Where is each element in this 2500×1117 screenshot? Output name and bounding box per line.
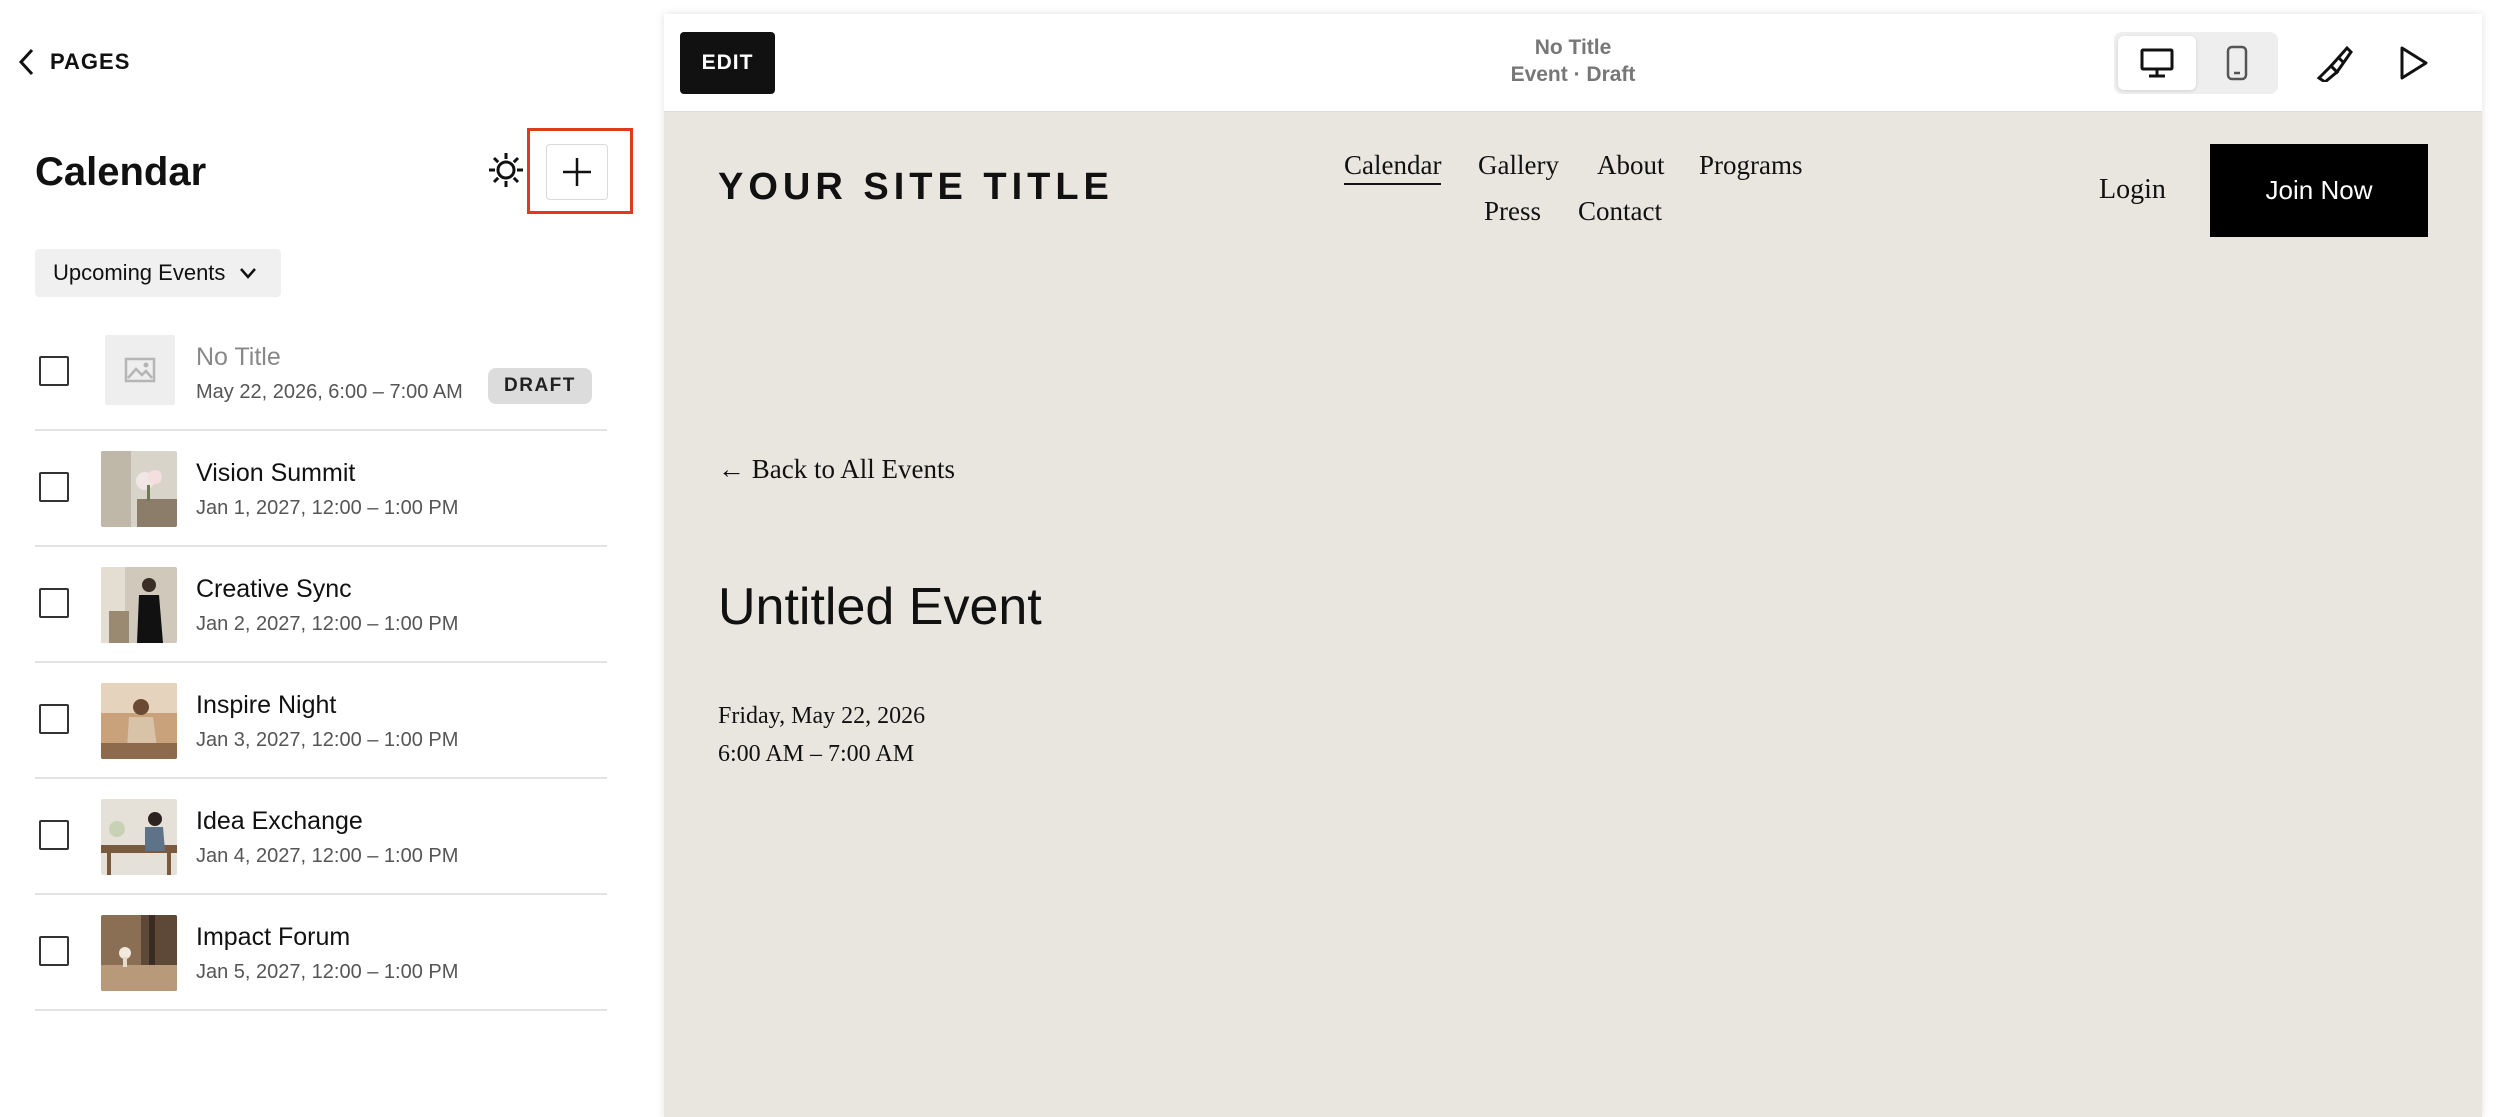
event-row[interactable]: Creative Sync Jan 2, 2027, 12:00 – 1:00 … <box>35 547 607 663</box>
gear-icon[interactable] <box>486 150 526 190</box>
event-date: Jan 2, 2027, 12:00 – 1:00 PM <box>196 613 459 635</box>
join-now-button[interactable]: Join Now <box>2210 144 2428 237</box>
event-row[interactable]: Vision Summit Jan 1, 2027, 12:00 – 1:00 … <box>35 431 607 547</box>
nav-link-gallery[interactable]: Gallery <box>1478 150 1559 181</box>
event-date: Jan 1, 2027, 12:00 – 1:00 PM <box>196 497 459 519</box>
nav-link-contact[interactable]: Contact <box>1578 196 1662 227</box>
event-date: Jan 5, 2027, 12:00 – 1:00 PM <box>196 961 459 983</box>
event-row[interactable]: Idea Exchange Jan 4, 2027, 12:00 – 1:00 … <box>35 779 607 895</box>
event-checkbox[interactable] <box>39 472 69 502</box>
event-date: May 22, 2026, 6:00 – 7:00 AM <box>196 381 463 403</box>
add-event-highlight <box>527 128 633 214</box>
device-toggle <box>2114 32 2278 94</box>
preview-play-button[interactable] <box>2388 38 2438 88</box>
design-button[interactable] <box>2309 38 2359 88</box>
plus-icon <box>563 158 591 186</box>
back-to-pages-button[interactable]: PAGES <box>16 46 130 78</box>
play-icon <box>2400 46 2428 80</box>
site-preview: EDIT No Title Event · Draft YOUR SITE TI… <box>664 14 2482 1117</box>
event-title: Untitled Event <box>718 578 1042 636</box>
event-name: Impact Forum <box>196 923 351 951</box>
event-checkbox[interactable] <box>39 704 69 734</box>
event-row[interactable]: Impact Forum Jan 5, 2027, 12:00 – 1:00 P… <box>35 895 607 1011</box>
panel-title: Calendar <box>35 150 207 194</box>
event-thumbnail <box>101 567 177 643</box>
nav-link-calendar[interactable]: Calendar <box>1344 150 1442 185</box>
add-event-button[interactable] <box>546 144 608 200</box>
filter-label: Upcoming Events <box>53 260 226 285</box>
event-date: Jan 3, 2027, 12:00 – 1:00 PM <box>196 729 459 751</box>
event-checkbox[interactable] <box>39 588 69 618</box>
event-name: No Title <box>196 343 281 371</box>
event-name: Vision Summit <box>196 459 356 487</box>
draft-badge: DRAFT <box>488 368 592 404</box>
image-placeholder-icon <box>105 335 175 405</box>
mobile-view-button[interactable] <box>2198 36 2276 90</box>
event-thumbnail <box>101 451 177 527</box>
event-name: Inspire Night <box>196 691 337 719</box>
event-row[interactable]: No Title May 22, 2026, 6:00 – 7:00 AM DR… <box>35 315 607 431</box>
desktop-view-button[interactable] <box>2118 36 2196 90</box>
nav-link-press[interactable]: Press <box>1484 196 1541 227</box>
event-checkbox[interactable] <box>39 936 69 966</box>
event-datetime: Friday, May 22, 2026 6:00 AM – 7:00 AM <box>718 697 925 773</box>
nav-link-programs[interactable]: Programs <box>1699 150 1803 181</box>
event-thumbnail <box>101 799 177 875</box>
event-thumbnail <box>101 683 177 759</box>
event-filter-dropdown[interactable]: Upcoming Events <box>35 249 281 297</box>
mobile-icon <box>2226 45 2248 81</box>
chevron-down-icon <box>240 268 257 279</box>
back-to-events-link[interactable]: ← Back to All Events <box>718 454 955 485</box>
preview-toolbar: EDIT No Title Event · Draft <box>664 14 2482 112</box>
site-title[interactable]: YOUR SITE TITLE <box>718 166 1114 209</box>
nav-link-about[interactable]: About <box>1597 150 1665 181</box>
event-time-text: 6:00 AM – 7:00 AM <box>718 741 915 767</box>
back-label: PAGES <box>50 49 131 74</box>
login-link[interactable]: Login <box>2099 174 2166 206</box>
event-name: Idea Exchange <box>196 807 363 835</box>
calendar-panel: PAGES Calendar Upcoming Events No Title … <box>0 0 650 1117</box>
paintbrush-icon <box>2316 45 2353 82</box>
event-checkbox[interactable] <box>39 356 69 386</box>
event-checkbox[interactable] <box>39 820 69 850</box>
desktop-icon <box>2140 48 2174 78</box>
event-name: Creative Sync <box>196 575 352 603</box>
event-date-text: Friday, May 22, 2026 <box>718 703 926 729</box>
chevron-left-icon <box>18 48 34 76</box>
event-thumbnail <box>101 915 177 991</box>
event-row[interactable]: Inspire Night Jan 3, 2027, 12:00 – 1:00 … <box>35 663 607 779</box>
event-date: Jan 4, 2027, 12:00 – 1:00 PM <box>196 845 459 867</box>
